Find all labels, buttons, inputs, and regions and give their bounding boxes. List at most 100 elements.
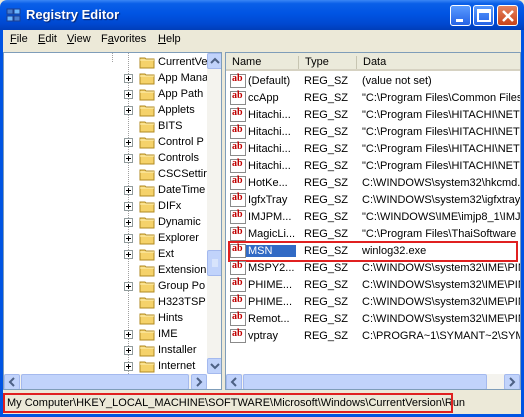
title-bar[interactable]: Registry Editor — [0, 0, 524, 30]
registry-value-row[interactable]: vptray REG_SZ C:\PROGRA~1\SYMANT~2\SYMAN — [226, 328, 520, 345]
tree-item[interactable]: CurrentVersio — [4, 55, 221, 71]
scroll-up-button[interactable] — [207, 53, 221, 69]
expand-plus-icon[interactable] — [124, 154, 133, 163]
tree-item[interactable]: Hints — [4, 311, 204, 327]
expand-plus-icon[interactable] — [124, 90, 133, 99]
scroll-down-button[interactable] — [207, 358, 221, 374]
menu-edit[interactable]: Edit — [38, 33, 57, 45]
value-name: MSPY2... — [248, 262, 295, 274]
expand-plus-icon[interactable] — [124, 186, 133, 195]
value-name: Hitachi... — [248, 126, 291, 138]
value-name: MagicLi... — [248, 228, 296, 240]
chevron-up-icon — [210, 57, 220, 64]
maximize-button[interactable] — [473, 5, 494, 26]
tree-item[interactable]: App Path — [4, 87, 204, 103]
tree-item[interactable]: Ext — [4, 247, 204, 263]
expand-plus-icon[interactable] — [124, 282, 133, 291]
scroll-thumb-horizontal[interactable] — [243, 374, 487, 389]
expand-plus-icon[interactable] — [124, 74, 133, 83]
menu-help[interactable]: Help — [158, 33, 181, 45]
scroll-right-button[interactable] — [191, 374, 207, 389]
expand-plus-icon[interactable] — [124, 330, 133, 339]
tree-item[interactable]: CSCSettir — [4, 167, 207, 183]
registry-value-row[interactable]: PHIME... REG_SZ C:\WINDOWS\system32\IME\PI… — [226, 277, 521, 294]
value-name: ccApp — [248, 92, 279, 104]
tree-item[interactable]: H323TSP — [4, 295, 206, 311]
registry-value-row[interactable]: Hitachi... REG_SZ "C:\Program Files\HITACH… — [226, 141, 520, 158]
tree-item[interactable]: Internet — [4, 359, 204, 375]
string-value-icon — [230, 328, 246, 343]
registry-value-row[interactable]: Hitachi... REG_SZ "C:\Program Files\HITACH… — [226, 124, 521, 141]
tree-item-label: Installer — [158, 344, 197, 356]
tree-item[interactable]: BITS — [4, 119, 204, 135]
folder-icon — [139, 201, 155, 213]
menu-favorites[interactable]: Favorites — [101, 33, 146, 45]
tree-item[interactable]: Installer — [4, 343, 204, 359]
value-data: C:\PROGRA~1\SYMANT~2\SYMAN — [362, 330, 520, 342]
registry-value-row[interactable]: MSPY2... REG_SZ C:\WINDOWS\system32\IME\PI… — [226, 260, 520, 277]
close-button[interactable] — [497, 5, 518, 26]
values-list[interactable]: Name Type Data (Default) REG_SZ (value not… — [225, 52, 521, 390]
highlight-box — [228, 241, 518, 262]
value-data: C:\WINDOWS\system32\IME\PIN — [362, 279, 521, 291]
registry-value-row[interactable]: Remot... REG_SZ C:\WINDOWS\system32\IME\PI… — [226, 311, 520, 328]
chevron-left-icon — [8, 377, 15, 387]
value-type: REG_SZ — [304, 330, 349, 342]
registry-tree[interactable]: CurrentVersio App Mana App Path Applets BITS… — [3, 52, 222, 390]
expand-plus-icon[interactable] — [124, 250, 133, 259]
tree-item[interactable]: IME — [4, 327, 204, 343]
registry-value-row[interactable]: Hitachi... REG_SZ "C:\Program Files\HITACH… — [226, 158, 520, 175]
expand-plus-icon[interactable] — [124, 362, 133, 371]
tree-item-label: Group Po — [158, 280, 206, 292]
menu-file[interactable]: File — [10, 33, 28, 45]
value-name: IMJPM... — [248, 211, 292, 223]
string-value-icon — [230, 294, 246, 309]
tree-item-label: Ext — [158, 248, 174, 260]
value-data: "C:\Program Files\HITACHI\NETM — [362, 126, 521, 138]
list-horizontal-scrollbar[interactable] — [226, 374, 520, 389]
expand-plus-icon[interactable] — [124, 106, 133, 115]
expand-plus-icon[interactable] — [124, 138, 133, 147]
tree-horizontal-scrollbar[interactable] — [4, 374, 207, 389]
registry-value-row[interactable]: HotKe... REG_SZ C:\WINDOWS\system32\hkcmd.… — [226, 175, 520, 192]
scroll-right-button[interactable] — [504, 374, 520, 389]
tree-item[interactable]: DIFx — [4, 199, 204, 215]
registry-value-row[interactable]: PHIME... REG_SZ C:\WINDOWS\system32\IME\PI… — [226, 294, 520, 311]
value-name: PHIME... — [248, 279, 293, 291]
folder-icon — [139, 169, 155, 181]
column-header-data[interactable]: Data — [357, 53, 520, 71]
tree-item[interactable]: Applets — [4, 103, 204, 119]
string-value-icon — [230, 209, 246, 224]
tree-item[interactable]: Control P — [4, 135, 204, 151]
value-type: REG_SZ — [304, 126, 349, 138]
scroll-left-button[interactable] — [4, 374, 20, 389]
expand-plus-icon[interactable] — [124, 218, 133, 227]
column-header-name[interactable]: Name — [226, 53, 299, 71]
tree-vertical-scrollbar[interactable] — [207, 53, 221, 374]
scroll-thumb[interactable] — [207, 250, 221, 276]
registry-value-row[interactable]: Hitachi... REG_SZ "C:\Program Files\HITACH… — [226, 107, 520, 124]
tree-item[interactable]: Explorer — [4, 231, 204, 247]
registry-value-row[interactable]: ccApp REG_SZ "C:\Program Files\Common File… — [226, 90, 520, 107]
expand-plus-icon[interactable] — [124, 234, 133, 243]
tree-item[interactable]: Extension — [4, 263, 206, 279]
tree-item[interactable]: Dynamic — [4, 215, 204, 231]
string-value-icon — [230, 124, 246, 139]
expand-plus-icon[interactable] — [124, 202, 133, 211]
scroll-thumb-horizontal[interactable] — [21, 374, 189, 389]
scroll-left-button[interactable] — [226, 374, 242, 389]
tree-item[interactable]: App Mana — [4, 71, 208, 87]
tree-item[interactable]: DateTime — [4, 183, 205, 199]
menu-view[interactable]: View — [67, 33, 91, 45]
registry-value-row[interactable]: IgfxTray REG_SZ C:\WINDOWS\system32\igfxtr… — [226, 192, 520, 209]
tree-item-label: Control P — [158, 136, 204, 148]
folder-icon — [139, 185, 155, 197]
tree-item[interactable]: Group Po — [4, 279, 206, 295]
tree-item-label: Explorer — [158, 232, 199, 244]
tree-item[interactable]: Controls — [4, 151, 204, 167]
minimize-button[interactable] — [450, 5, 471, 26]
expand-plus-icon[interactable] — [124, 346, 133, 355]
registry-value-row[interactable]: IMJPM... REG_SZ "C:\WINDOWS\IME\imjp8_1\IM… — [226, 209, 520, 226]
registry-value-row[interactable]: (Default) REG_SZ (value not set) — [226, 73, 520, 90]
column-header-type[interactable]: Type — [299, 53, 357, 71]
